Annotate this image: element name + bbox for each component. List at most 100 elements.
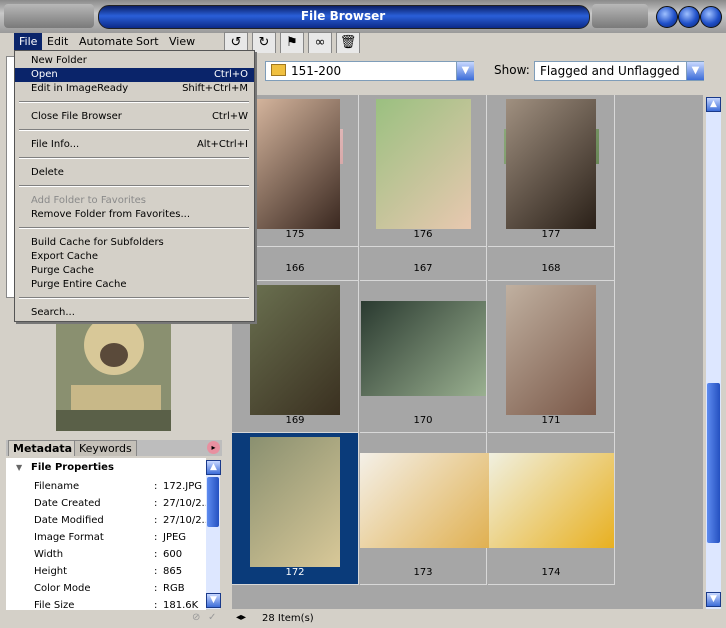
file-menu-item[interactable]: Build Cache for Subfolders (15, 236, 254, 250)
file-menu-item[interactable]: Remove Folder from Favorites... (15, 208, 254, 222)
file-menu-item-label: Remove Folder from Favorites... (31, 209, 190, 220)
title-bar-grip-left[interactable] (4, 4, 94, 28)
thumbnail-image (250, 437, 340, 567)
show-filter-combo[interactable]: Flagged and Unflagged (534, 61, 704, 81)
folder-icon (271, 64, 286, 76)
menu-sort[interactable]: Sort (131, 33, 164, 50)
metadata-scroll-down-button[interactable]: ▼ (206, 593, 221, 608)
thumbnail-cell[interactable]: 170 (360, 281, 487, 433)
file-properties-heading: File Properties (31, 462, 114, 473)
flag-icon: ⚑ (286, 35, 298, 50)
section-collapse-icon[interactable]: ▼ (16, 463, 22, 472)
file-menu-item[interactable]: Open Ctrl+O (15, 68, 254, 82)
metadata-key: Filename (34, 481, 80, 492)
grid-scroll-down-button[interactable]: ▼ (706, 592, 721, 607)
file-menu-item-label: New Folder (31, 55, 87, 66)
binoculars-icon: ∞ (314, 35, 326, 50)
metadata-separator: : (154, 532, 158, 543)
close-button[interactable] (700, 6, 722, 28)
metadata-row: Date Modified:27/10/2... (6, 512, 206, 529)
file-menu-item-label: Edit in ImageReady (31, 83, 129, 94)
file-menu-item-label: Delete (31, 167, 64, 178)
metadata-value: JPEG (163, 532, 187, 543)
menu-file[interactable]: File (14, 33, 43, 50)
metadata-value: 865 (163, 566, 183, 577)
file-menu-item[interactable]: Purge Cache (15, 264, 254, 278)
metadata-scroll-thumb[interactable] (207, 477, 219, 527)
thumbnail-cell[interactable]: 171 (488, 281, 615, 433)
thumbnail-label: 170 (413, 415, 433, 426)
rotate-cw-button[interactable]: ↻ (252, 32, 276, 54)
search-button[interactable]: ∞ (308, 32, 332, 54)
thumbnail-cell[interactable]: 172 (232, 433, 359, 585)
thumbnail-image (375, 99, 471, 229)
folder-dropdown-button[interactable]: ▼ (456, 62, 474, 80)
metadata-value: RGB (163, 583, 185, 594)
thumbnail-image (250, 285, 340, 415)
metadata-separator: : (154, 549, 158, 560)
title-bar-grip-right[interactable] (592, 4, 648, 28)
file-menu-item-label: Add Folder to Favorites (31, 195, 147, 206)
metadata-key: Height (34, 566, 68, 577)
file-menu-item[interactable]: Search... (15, 306, 254, 320)
file-menu-item-label: Close File Browser (31, 111, 122, 122)
file-menu-item[interactable]: Close File Browser Ctrl+W (15, 110, 254, 124)
metadata-key: Date Modified (34, 515, 104, 526)
menu-separator (19, 129, 249, 131)
thumbnail-image (360, 452, 490, 548)
thumbnail-label: 169 (285, 415, 305, 426)
thumbnail-cell[interactable]: 176 (360, 95, 487, 247)
grid-scroll-thumb[interactable] (707, 383, 720, 543)
menu-separator (19, 185, 249, 187)
metadata-row: Width:600 (6, 546, 206, 563)
folder-combo[interactable]: 151-200 (265, 61, 474, 81)
file-menu-item[interactable]: New Folder (15, 54, 254, 68)
metadata-row: Height:865 (6, 563, 206, 580)
metadata-panel: ▼ File Properties Filename:172.JPG Date C… (6, 458, 206, 610)
file-menu-item: Add Folder to Favorites (15, 194, 254, 208)
expand-collapse-icon[interactable]: ◂▸ (236, 612, 246, 623)
file-menu-item[interactable]: Export Cache (15, 250, 254, 264)
metadata-row: File Size:181.6K (6, 597, 206, 610)
grid-scroll-up-button[interactable]: ▲ (706, 97, 721, 112)
file-menu-item[interactable]: Delete (15, 166, 254, 180)
menu-edit[interactable]: Edit (42, 33, 73, 50)
panel-menu-button[interactable]: ▸ (207, 441, 220, 454)
tab-metadata[interactable]: Metadata (8, 440, 78, 456)
metadata-key: Date Created (34, 498, 101, 509)
show-dropdown-button[interactable]: ▼ (686, 62, 704, 80)
thumbnail-label: 167 (413, 263, 433, 274)
metadata-row: Filename:172.JPG (6, 478, 206, 495)
thumbnail-cell[interactable]: 173 (360, 433, 490, 585)
tab-keywords[interactable]: Keywords (74, 440, 137, 456)
metadata-row: Image Format: JPEG (6, 529, 206, 546)
flag-button[interactable]: ⚑ (280, 32, 304, 54)
minimize-button[interactable] (656, 6, 678, 28)
thumbnail-grid[interactable]: 166 167 168 169 170 171 172 173 174 175 176 177 (232, 95, 703, 609)
thumbnail-label: 172 (285, 567, 305, 578)
menu-automate[interactable]: Automate (74, 33, 138, 50)
maximize-button[interactable] (678, 6, 700, 28)
metadata-scroll-up-button[interactable]: ▲ (206, 460, 221, 475)
folder-name: 151-200 (291, 64, 342, 78)
thumbnail-cell[interactable]: 177 (488, 95, 615, 247)
file-menu-item-label: File Info... (31, 139, 80, 150)
check-icon[interactable]: ✓ (208, 612, 216, 623)
thumbnail-label: 174 (541, 567, 561, 578)
thumbnail-label: 177 (541, 229, 561, 240)
file-menu-item-label: Open (31, 69, 58, 80)
cancel-icon[interactable]: ⊘ (192, 612, 200, 623)
metadata-separator: : (154, 600, 158, 610)
chevron-down-icon: ▼ (691, 65, 700, 76)
file-menu-item-shortcut: Alt+Ctrl+I (196, 139, 248, 150)
file-menu-item[interactable]: Purge Entire Cache (15, 278, 254, 292)
metadata-key: Color Mode (34, 583, 91, 594)
file-menu-item[interactable]: Edit in ImageReady Shift+Ctrl+M (15, 82, 254, 96)
file-menu-item[interactable]: File Info... Alt+Ctrl+I (15, 138, 254, 152)
thumbnail-cell[interactable]: 174 (488, 433, 615, 585)
metadata-separator: : (154, 498, 158, 509)
menu-view[interactable]: View (164, 33, 200, 50)
metadata-key: File Size (34, 600, 75, 610)
delete-button[interactable]: 🗑 (336, 32, 360, 54)
metadata-value: 181.6K (163, 600, 199, 610)
